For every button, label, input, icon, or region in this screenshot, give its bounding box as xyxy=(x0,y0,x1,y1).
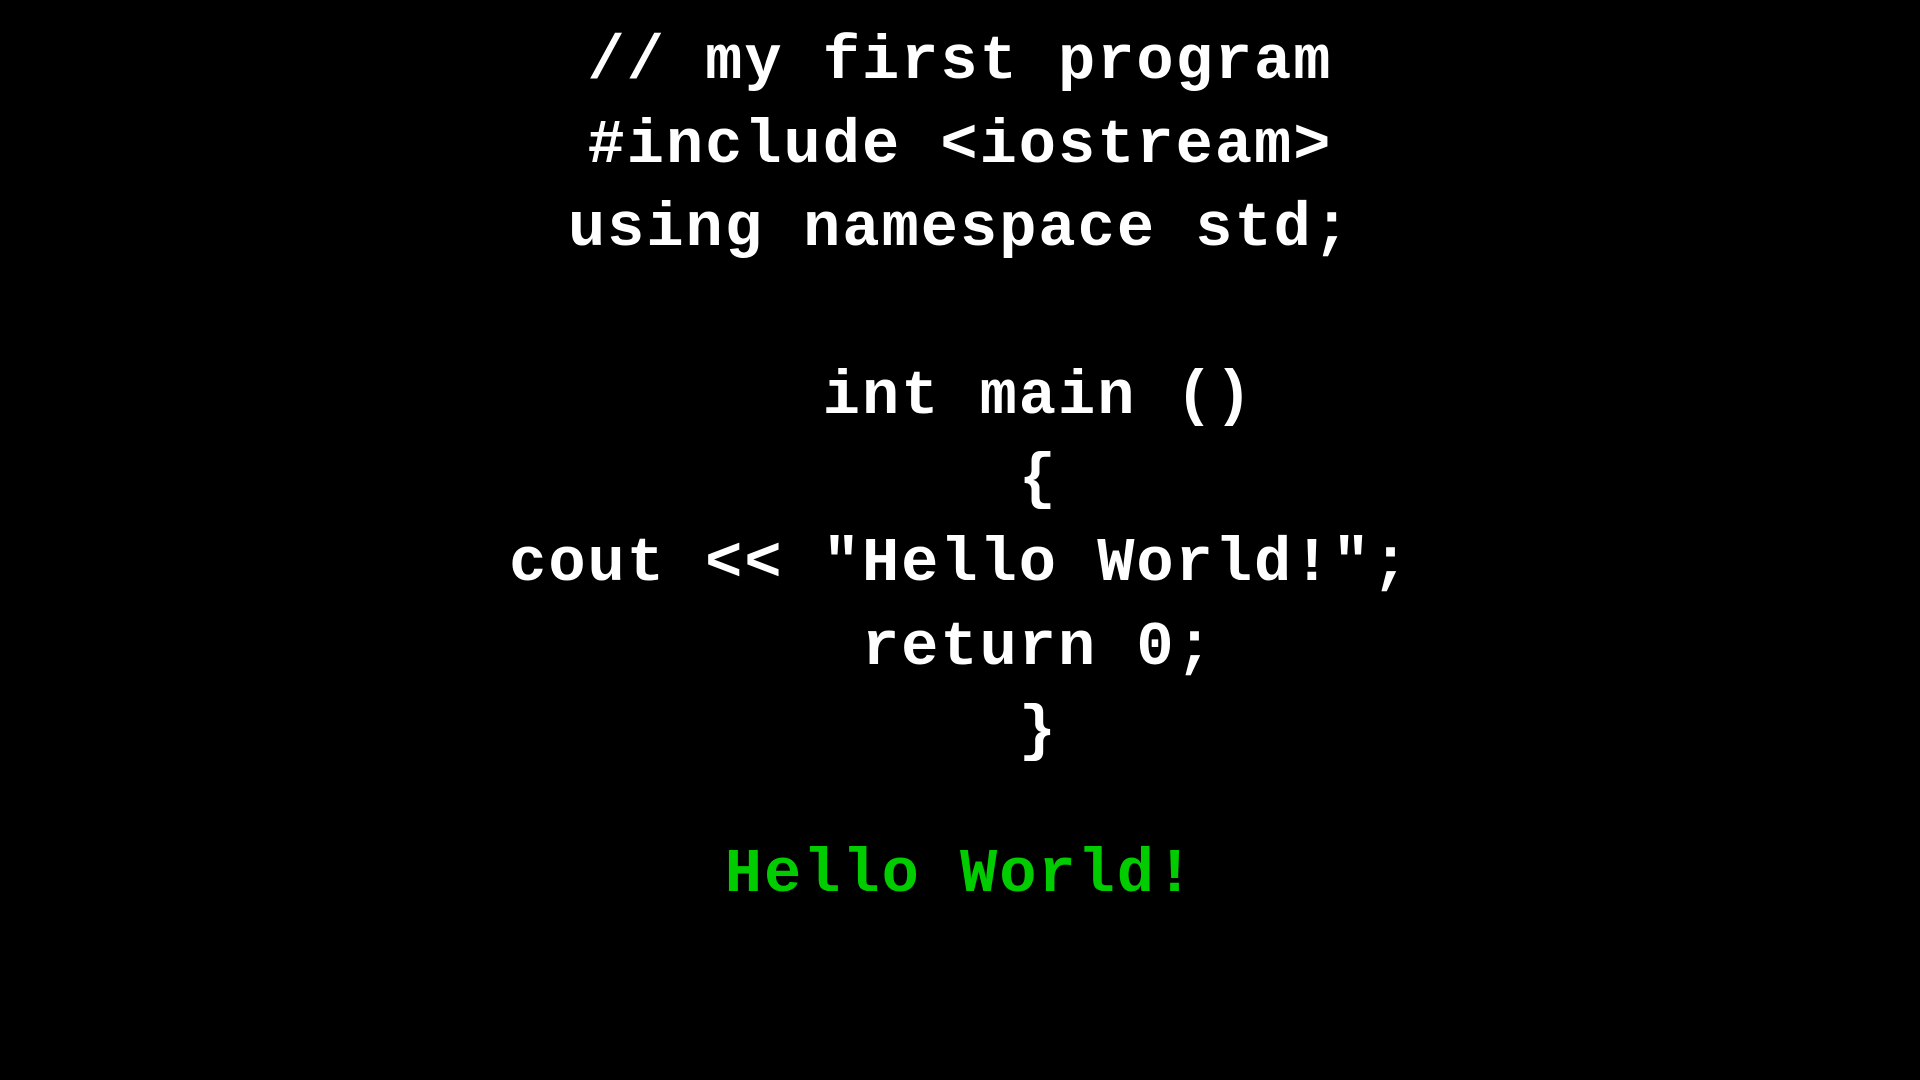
code-line-cout: cout << "Hello World!"; xyxy=(509,522,1411,606)
code-line-close-brace: } xyxy=(862,690,1058,774)
code-line-using: using namespace std; xyxy=(568,187,1352,271)
code-line-open-brace: { xyxy=(862,438,1058,522)
program-output: Hello World! xyxy=(725,833,1195,917)
code-display: // my first program #include <iostream> … xyxy=(0,0,1920,917)
code-line-blank xyxy=(940,271,979,355)
code-line-include: #include <iostream> xyxy=(588,104,1333,188)
code-line-comment: // my first program xyxy=(588,20,1333,104)
code-line-return: return 0; xyxy=(705,606,1215,690)
code-line-main: int main () xyxy=(666,355,1254,439)
